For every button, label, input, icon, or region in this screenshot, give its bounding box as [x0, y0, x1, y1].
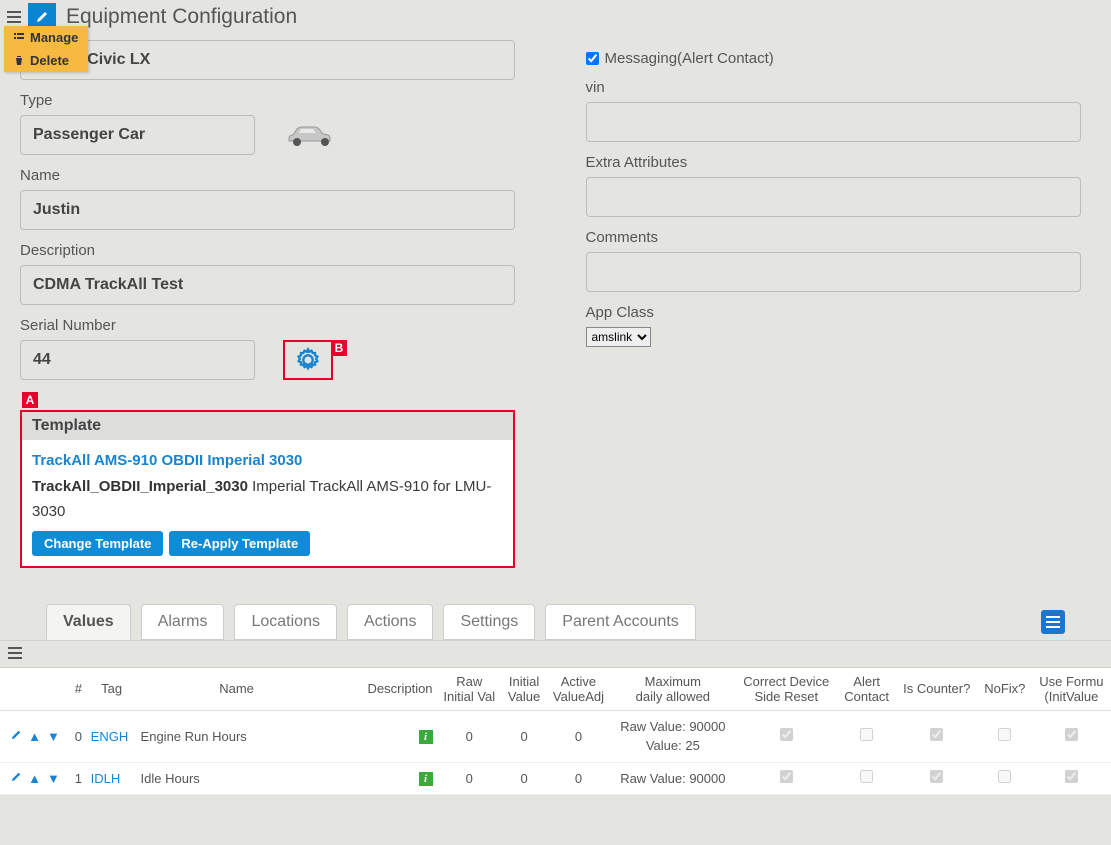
grid-view-icon[interactable] — [1041, 610, 1065, 634]
tab-actions[interactable]: Actions — [347, 604, 433, 640]
callout-a: A — [22, 392, 38, 408]
move-down-icon[interactable]: ▼ — [47, 729, 60, 744]
useform-checkbox[interactable] — [1065, 728, 1078, 741]
cell-active: 0 — [546, 710, 611, 762]
cell-max: Raw Value: 90000Value: 25 — [611, 710, 735, 762]
serial-label: Serial Number — [20, 317, 526, 334]
table-row: ▲ ▼ 0 ENGH Engine Run Hours i 0 0 0 Raw … — [0, 710, 1111, 762]
nofix-checkbox[interactable] — [998, 770, 1011, 783]
table-row: ▲ ▼ 1 IDLH Idle Hours i 0 0 0 Raw Value:… — [0, 762, 1111, 795]
correct-checkbox[interactable] — [780, 728, 793, 741]
col-iscounter: Is Counter? — [896, 668, 978, 711]
car-icon — [285, 120, 337, 151]
nofix-checkbox[interactable] — [998, 728, 1011, 741]
cell-name: Engine Run Hours — [137, 710, 337, 762]
col-name: Name — [137, 668, 337, 711]
type-label: Type — [20, 92, 526, 109]
grid-menu-icon[interactable] — [8, 646, 22, 662]
template-header: Template — [22, 412, 513, 440]
template-code: TrackAll_OBDII_Imperial_3030 — [32, 478, 248, 495]
edit-row-icon[interactable] — [10, 729, 22, 744]
tab-settings[interactable]: Settings — [443, 604, 535, 640]
cell-init: 0 — [502, 710, 546, 762]
callout-b: B — [331, 340, 347, 356]
vin-label: vin — [586, 79, 1092, 96]
cell-active: 0 — [546, 762, 611, 795]
tag-link[interactable]: IDLH — [91, 771, 121, 786]
cell-num: 1 — [70, 762, 87, 795]
serial-field[interactable] — [20, 340, 255, 380]
extra-attributes-field[interactable] — [586, 177, 1081, 217]
name-field[interactable] — [20, 190, 515, 230]
template-panel: Template TrackAll AMS-910 OBDII Imperial… — [20, 410, 515, 568]
col-correct: Correct DeviceSide Reset — [735, 668, 838, 711]
col-useform: Use Formu(InitValue — [1032, 668, 1111, 711]
equipment-title-field[interactable] — [20, 40, 515, 80]
info-icon[interactable]: i — [419, 730, 433, 744]
col-rawinit: RawInitial Val — [437, 668, 502, 711]
messaging-checkbox[interactable] — [586, 52, 599, 65]
cell-name: Idle Hours — [137, 762, 337, 795]
page-title: Equipment Configuration — [66, 5, 297, 29]
move-up-icon[interactable]: ▲ — [28, 771, 41, 786]
type-field[interactable] — [20, 115, 255, 155]
gear-icon — [294, 346, 322, 374]
menu-delete-label: Delete — [30, 53, 69, 68]
reapply-template-button[interactable]: Re-Apply Template — [169, 531, 310, 556]
col-desc: Description — [337, 668, 437, 711]
comments-field[interactable] — [586, 252, 1081, 292]
vin-field[interactable] — [586, 102, 1081, 142]
description-field[interactable] — [20, 265, 515, 305]
col-num: # — [70, 668, 87, 711]
list-icon — [14, 30, 24, 45]
menu-delete[interactable]: Delete — [4, 49, 88, 72]
overflow-menu: Manage Delete — [4, 26, 88, 72]
cell-num: 0 — [70, 710, 87, 762]
col-max: Maximumdaily allowed — [611, 668, 735, 711]
cell-max: Raw Value: 90000 — [611, 762, 735, 795]
col-initval: InitialValue — [502, 668, 546, 711]
template-link[interactable]: TrackAll AMS-910 OBDII Imperial 3030 — [32, 452, 302, 469]
extra-attributes-label: Extra Attributes — [586, 154, 1092, 171]
edit-row-icon[interactable] — [10, 771, 22, 786]
iscounter-checkbox[interactable] — [930, 728, 943, 741]
move-down-icon[interactable]: ▼ — [47, 771, 60, 786]
move-up-icon[interactable]: ▲ — [28, 729, 41, 744]
col-tag: Tag — [87, 668, 137, 711]
cell-raw: 0 — [437, 710, 502, 762]
serial-settings-button[interactable]: B — [283, 340, 333, 380]
alert-checkbox[interactable] — [860, 770, 873, 783]
messaging-label: Messaging(Alert Contact) — [605, 50, 774, 67]
col-alert: AlertContact — [838, 668, 896, 711]
app-class-select[interactable]: amslink — [586, 327, 651, 347]
cell-raw: 0 — [437, 762, 502, 795]
change-template-button[interactable]: Change Template — [32, 531, 163, 556]
comments-label: Comments — [586, 229, 1092, 246]
tab-alarms[interactable]: Alarms — [141, 604, 225, 640]
app-class-label: App Class — [586, 304, 1092, 321]
info-icon[interactable]: i — [419, 772, 433, 786]
tab-locations[interactable]: Locations — [234, 604, 337, 640]
useform-checkbox[interactable] — [1065, 770, 1078, 783]
values-grid: # Tag Name Description RawInitial Val In… — [0, 668, 1111, 796]
col-nofix: NoFix? — [978, 668, 1032, 711]
tab-parent-accounts[interactable]: Parent Accounts — [545, 604, 696, 640]
col-active: ActiveValueAdj — [546, 668, 611, 711]
alert-checkbox[interactable] — [860, 728, 873, 741]
iscounter-checkbox[interactable] — [930, 770, 943, 783]
tag-link[interactable]: ENGH — [91, 729, 129, 744]
menu-manage[interactable]: Manage — [4, 26, 88, 49]
name-label: Name — [20, 167, 526, 184]
tab-values[interactable]: Values — [46, 604, 131, 640]
trash-icon — [14, 53, 24, 68]
correct-checkbox[interactable] — [780, 770, 793, 783]
cell-init: 0 — [502, 762, 546, 795]
menu-manage-label: Manage — [30, 30, 78, 45]
description-label: Description — [20, 242, 526, 259]
